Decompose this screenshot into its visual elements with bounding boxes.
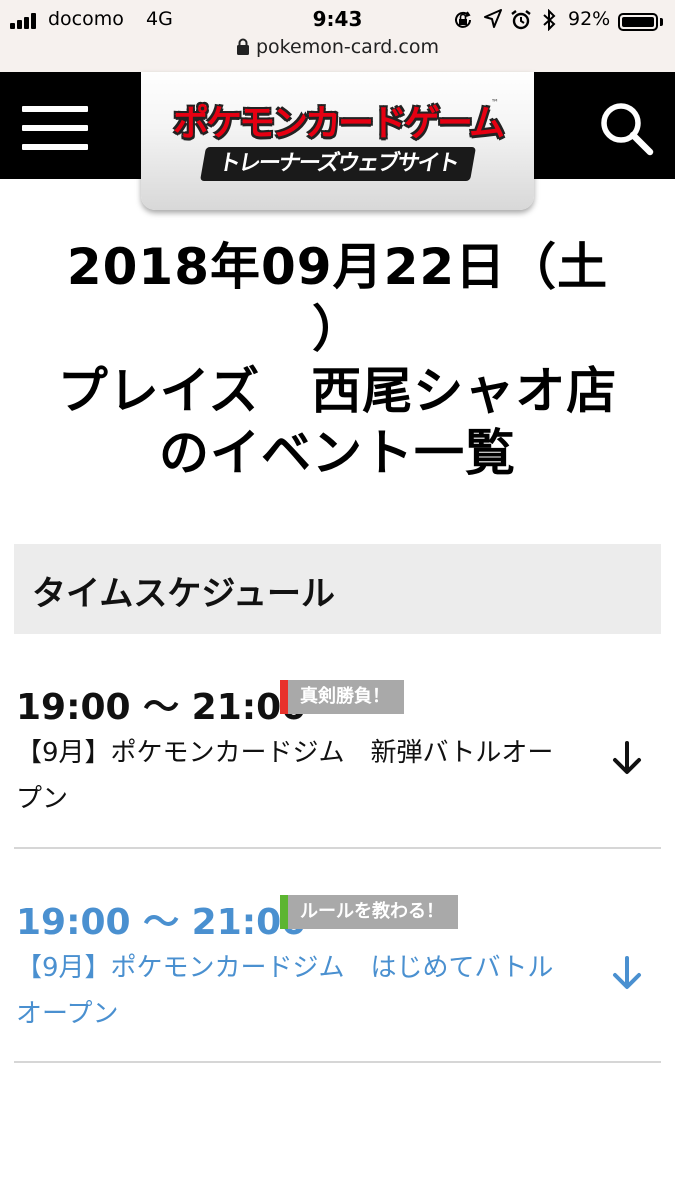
event-time: 19:00 ～ 21:00	[16, 687, 307, 728]
event-badge: 真剣勝負！	[280, 680, 404, 714]
page-title-line: ）	[312, 300, 363, 358]
logo-subtitle: トレーナーズウェブサイト	[200, 147, 476, 181]
divider	[14, 847, 661, 849]
page-title: 2018年09月22日（土 ） プレイズ 西尾シャオ店 のイベント一覧	[16, 236, 659, 484]
hamburger-menu-icon[interactable]	[22, 106, 88, 150]
divider	[14, 1061, 661, 1063]
search-icon[interactable]	[596, 98, 656, 158]
arrow-down-icon[interactable]	[610, 740, 644, 776]
page-title-line: プレイズ 西尾シャオ店	[57, 362, 618, 420]
event-badge-label: 真剣勝負！	[300, 686, 390, 707]
bluetooth-icon	[543, 9, 556, 31]
badge-color-bar	[280, 895, 288, 929]
orientation-lock-icon	[455, 11, 471, 28]
page-title-line: 2018年09月22日（土	[66, 238, 609, 296]
address-bar[interactable]: pokemon-card.com	[0, 36, 675, 64]
arrow-down-icon[interactable]	[610, 955, 644, 991]
logo-title: ポケモンカードゲーム	[173, 103, 505, 144]
event-time: 19:00 ～ 21:00	[16, 902, 307, 943]
alarm-icon	[511, 10, 531, 30]
event-name[interactable]: 【9月】ポケモンカードジム はじめてバトル オープン	[16, 945, 579, 1037]
event-item[interactable]: 19:00 ～ 21:00 ルールを教わる！ 【9月】ポケモンカードジム はじめ…	[14, 893, 661, 1053]
battery-icon	[618, 13, 658, 31]
lock-icon	[237, 38, 249, 55]
site-logo[interactable]: ポケモンカードゲーム ™ トレーナーズウェブサイト	[141, 72, 534, 210]
battery-percent: 92%	[568, 8, 611, 30]
event-badge: ルールを教わる！	[280, 895, 458, 929]
location-icon	[484, 9, 502, 28]
trademark-symbol: ™	[491, 98, 499, 107]
status-bar: docomo 4G 9:43 92% pokemon-card.com	[0, 0, 675, 72]
page-title-line: のイベント一覧	[159, 424, 516, 482]
badge-color-bar	[280, 680, 288, 714]
status-icons	[450, 7, 560, 31]
event-badge-label: ルールを教わる！	[300, 901, 444, 922]
schedule-section-header: タイムスケジュール	[14, 544, 661, 634]
url-text: pokemon-card.com	[256, 36, 439, 58]
schedule-heading: タイムスケジュール	[32, 574, 335, 614]
event-name[interactable]: 【9月】ポケモンカードジム 新弾バトルオープン	[16, 730, 576, 822]
event-item[interactable]: 19:00 ～ 21:00 真剣勝負！ 【9月】ポケモンカードジム 新弾バトルオ…	[14, 678, 661, 838]
